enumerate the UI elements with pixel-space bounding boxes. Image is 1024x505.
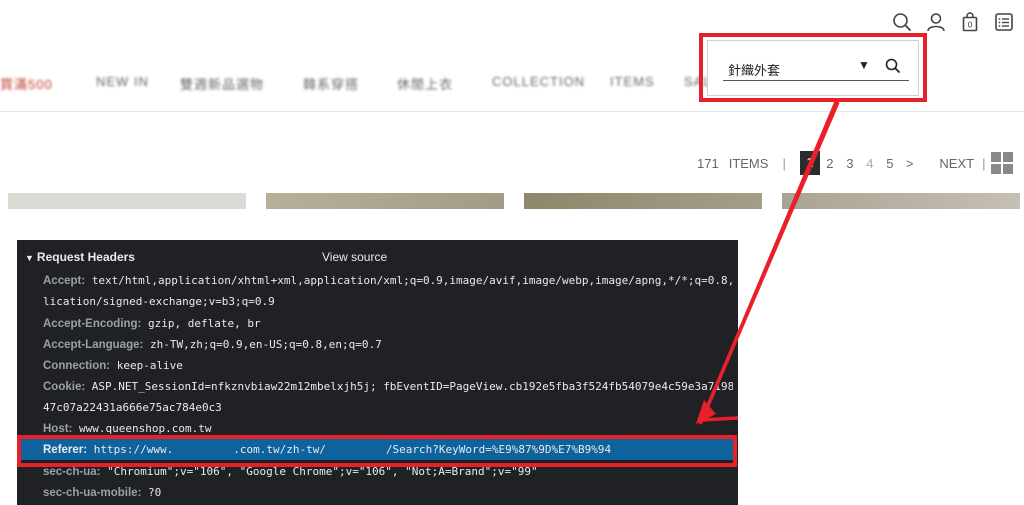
annotation-box-referer <box>17 435 737 467</box>
header-row: Cookie: ASP.NET_SessionId=nfkznvbiaw22m1… <box>43 380 733 393</box>
header-row: Host: www.queenshop.com.tw <box>43 422 212 435</box>
nav-item-new-in[interactable]: NEW IN <box>96 74 149 89</box>
annotation-box-search <box>699 33 927 102</box>
nav-item-promo[interactable]: 買滿500 <box>0 74 53 93</box>
item-count: 171 <box>697 155 719 171</box>
header-row: Accept-Encoding: gzip, deflate, br <box>43 317 261 330</box>
header-row: Connection: keep-alive <box>43 359 183 372</box>
nav-item-casual[interactable]: 休閒上衣 <box>397 74 453 93</box>
page-link-1[interactable]: 1 <box>799 151 820 175</box>
request-headers-toggle[interactable]: ▼ Request Headers <box>25 250 135 264</box>
header-icon-bar: 0 <box>892 12 1014 32</box>
product-thumb[interactable] <box>782 193 1020 209</box>
next-button[interactable]: NEXT <box>939 156 974 171</box>
product-thumb[interactable] <box>266 193 504 209</box>
nav-divider <box>0 111 1024 112</box>
grid-view-icon[interactable] <box>991 152 1014 174</box>
product-thumb[interactable] <box>8 193 246 209</box>
page-link-3[interactable]: 3 <box>840 156 860 171</box>
pager-separator: | <box>782 155 786 171</box>
user-icon[interactable] <box>926 12 946 32</box>
shopping-bag-icon[interactable]: 0 <box>960 12 980 32</box>
header-row: Accept-Language: zh-TW,zh;q=0.9,en-US;q=… <box>43 338 382 351</box>
header-row: lication/signed-exchange;v=b3;q=0.9 <box>43 295 275 308</box>
header-row: sec-ch-ua-mobile: ?0 <box>43 486 162 499</box>
main-nav: 買滿500 NEW IN 雙週新品選物 韓系穿搭 休閒上衣 COLLECTION… <box>0 74 720 94</box>
header-row: 47c07a22431a666e75ac784e0c3 <box>43 401 222 414</box>
search-icon[interactable] <box>892 12 912 32</box>
nav-item-korean[interactable]: 韓系穿搭 <box>303 74 359 93</box>
page-link-5[interactable]: 5 <box>880 156 900 171</box>
next-arrow[interactable]: > <box>906 156 914 171</box>
items-label: ITEMS <box>728 155 769 171</box>
nav-item-collection[interactable]: COLLECTION <box>492 74 585 89</box>
header-row: Accept: text/html,application/xhtml+xml,… <box>43 274 733 287</box>
list-icon[interactable] <box>994 12 1014 32</box>
page-link-2[interactable]: 2 <box>820 156 840 171</box>
nav-item-items[interactable]: ITEMS <box>610 74 655 89</box>
pager-separator-2: | <box>982 155 986 171</box>
page-link-4[interactable]: 4 <box>860 156 880 171</box>
expand-triangle-icon: ▼ <box>25 253 34 263</box>
svg-text:0: 0 <box>967 21 972 30</box>
pagination: 171 ITEMS | 1 2 3 4 5 > NEXT | <box>697 151 1014 175</box>
nav-item-weekly[interactable]: 雙週新品選物 <box>180 74 264 93</box>
view-source-link[interactable]: View source <box>322 250 387 264</box>
product-thumb[interactable] <box>524 193 762 209</box>
